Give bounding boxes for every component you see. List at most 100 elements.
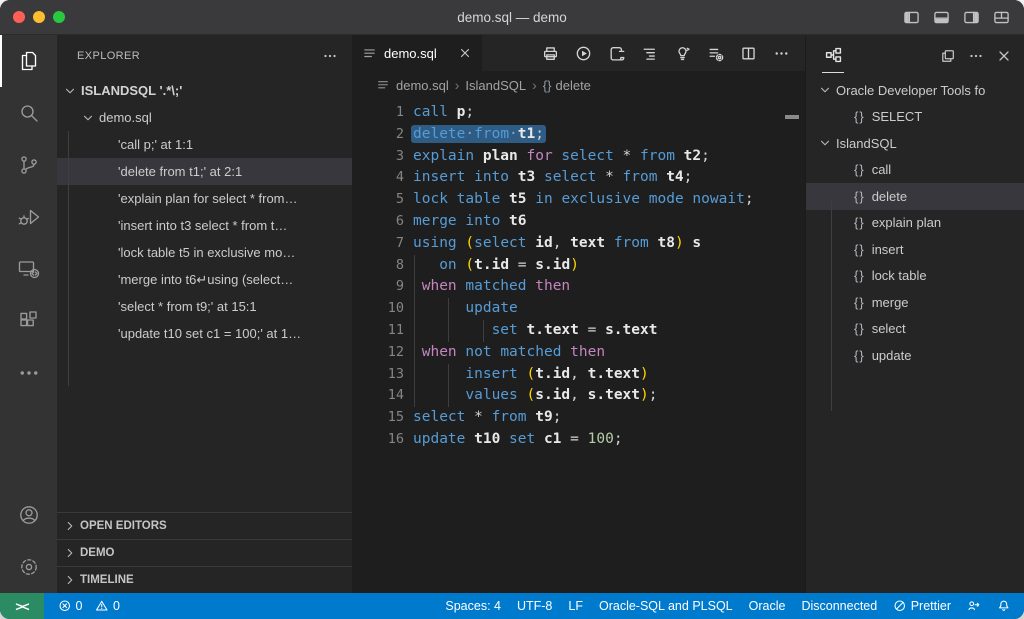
code-line[interactable]: 9 when matched then bbox=[352, 276, 805, 298]
more-button[interactable] bbox=[769, 41, 793, 65]
print-button[interactable] bbox=[538, 41, 562, 65]
outline-item[interactable]: Oracle Developer Tools fo bbox=[806, 77, 1024, 104]
close-window-button[interactable] bbox=[13, 11, 25, 23]
outline-item[interactable]: {}select bbox=[806, 316, 1024, 343]
tab-close-icon[interactable] bbox=[458, 46, 472, 60]
code-line[interactable]: 4insert into t3 select * from t4; bbox=[352, 167, 805, 189]
explorer-item[interactable]: 'explain plan for select * from… bbox=[57, 185, 352, 212]
code-line[interactable]: 5lock table t5 in exclusive mode nowait; bbox=[352, 189, 805, 211]
toggle-primary-sidebar-icon[interactable] bbox=[903, 9, 920, 26]
outline-item[interactable]: {}SELECT bbox=[806, 104, 1024, 131]
minimize-window-button[interactable] bbox=[33, 11, 45, 23]
explorer-item[interactable]: ISLANDSQL '.*\;' bbox=[57, 77, 352, 104]
outline-item[interactable]: {}lock table bbox=[806, 263, 1024, 290]
account-icon bbox=[17, 503, 41, 527]
oracle-outline-tab-icon[interactable] bbox=[822, 39, 844, 73]
status-connection[interactable]: Disconnected bbox=[793, 593, 885, 619]
explorer-item[interactable]: 'select * from t9;' at 15:1 bbox=[57, 293, 352, 320]
split-editor-button[interactable] bbox=[736, 41, 760, 65]
editor-toolbar bbox=[538, 35, 805, 71]
extensions-icon bbox=[17, 309, 41, 333]
list-settings-button[interactable] bbox=[703, 41, 727, 65]
activitybar-run-debug[interactable] bbox=[0, 191, 57, 243]
explorer-sections: OPEN EDITORS DEMO TIMELINE bbox=[57, 512, 352, 593]
status-feedback[interactable] bbox=[959, 593, 989, 619]
code-line[interactable]: 1call p; bbox=[352, 102, 805, 124]
explorer-item[interactable]: 'update t10 set c1 = 100;' at 1… bbox=[57, 320, 352, 347]
breadcrumb-item[interactable]: IslandSQL bbox=[465, 78, 526, 93]
explorer-item-label: 'update t10 set c1 = 100;' at 1… bbox=[118, 326, 301, 341]
section-demo[interactable]: DEMO bbox=[57, 539, 352, 566]
activitybar-extensions[interactable] bbox=[0, 295, 57, 347]
code-line[interactable]: 12 when not matched then bbox=[352, 342, 805, 364]
activitybar-settings[interactable] bbox=[0, 541, 57, 593]
toggle-secondary-sidebar-icon[interactable] bbox=[963, 9, 980, 26]
code-editor[interactable]: 1call p;2delete·from·t1;3explain plan fo… bbox=[352, 99, 805, 593]
code-line[interactable]: 11 set t.text = s.text bbox=[352, 320, 805, 342]
code-line[interactable]: 7using (select id, text from t8) s bbox=[352, 233, 805, 255]
activitybar-explorer[interactable] bbox=[0, 35, 57, 87]
tab-demo-sql[interactable]: demo.sql bbox=[352, 35, 482, 71]
status-oracle[interactable]: Oracle bbox=[741, 593, 794, 619]
files-icon bbox=[17, 49, 41, 73]
activitybar-more-views[interactable] bbox=[0, 347, 57, 399]
outline-list-button[interactable] bbox=[637, 41, 661, 65]
code-line[interactable]: 13 insert (t.id, t.text) bbox=[352, 364, 805, 386]
customize-layout-icon[interactable] bbox=[993, 9, 1010, 26]
code-line[interactable]: 3explain plan for select * from t2; bbox=[352, 146, 805, 168]
explorer-item[interactable]: 'call p;' at 1:1 bbox=[57, 131, 352, 158]
code-line[interactable]: 6merge into t6 bbox=[352, 211, 805, 233]
panel-close-icon[interactable] bbox=[996, 48, 1012, 64]
explorer-item[interactable]: 'lock table t5 in exclusive mo… bbox=[57, 239, 352, 266]
explorer-item[interactable]: 'delete from t1;' at 2:1 bbox=[57, 158, 352, 185]
activitybar-accounts[interactable] bbox=[0, 489, 57, 541]
outline-item[interactable]: {}call bbox=[806, 157, 1024, 184]
activitybar-source-control[interactable] bbox=[0, 139, 57, 191]
breadcrumb: demo.sql›IslandSQL›{}delete bbox=[352, 71, 805, 99]
code-line[interactable]: 10 update bbox=[352, 298, 805, 320]
chevron-down-icon bbox=[81, 111, 99, 125]
chevron-right-icon bbox=[63, 573, 80, 587]
outline-item[interactable]: {}merge bbox=[806, 289, 1024, 316]
zoom-window-button[interactable] bbox=[53, 11, 65, 23]
panel-more-actions-icon[interactable] bbox=[968, 48, 984, 64]
status-language[interactable]: Oracle-SQL and PLSQL bbox=[591, 593, 741, 619]
lightbulb-button[interactable] bbox=[670, 41, 694, 65]
explorer-item-label: demo.sql bbox=[99, 110, 152, 125]
activitybar-remote-explorer[interactable] bbox=[0, 243, 57, 295]
code-line[interactable]: 16update t10 set c1 = 100; bbox=[352, 429, 805, 451]
traffic-lights bbox=[0, 11, 65, 23]
status-encoding[interactable]: UTF-8 bbox=[509, 593, 560, 619]
script-button[interactable] bbox=[604, 41, 628, 65]
outline-item[interactable]: IslandSQL bbox=[806, 130, 1024, 157]
code-line[interactable]: 2delete·from·t1; bbox=[352, 124, 805, 146]
status-notifications[interactable] bbox=[989, 593, 1019, 619]
status-indentation[interactable]: Spaces: 4 bbox=[437, 593, 509, 619]
status-prettier[interactable]: Prettier bbox=[885, 593, 959, 619]
breadcrumb-item[interactable]: {}delete bbox=[543, 78, 591, 93]
run-button[interactable] bbox=[571, 41, 595, 65]
outline-item[interactable]: {}insert bbox=[806, 236, 1024, 263]
code-line[interactable]: 15select * from t9; bbox=[352, 407, 805, 429]
code-line[interactable]: 8 on (t.id = s.id) bbox=[352, 255, 805, 277]
explorer-more-actions-icon[interactable] bbox=[322, 48, 338, 64]
outline-item[interactable]: {}delete bbox=[806, 183, 1024, 210]
remote-indicator[interactable]: >< bbox=[0, 593, 44, 619]
code-line[interactable]: 14 values (s.id, s.text); bbox=[352, 385, 805, 407]
duplicate-panel-icon[interactable] bbox=[940, 48, 956, 64]
status-eol[interactable]: LF bbox=[560, 593, 591, 619]
outline-item-label: delete bbox=[872, 189, 907, 204]
problems-status[interactable]: 00 bbox=[50, 593, 128, 619]
toggle-panel-icon[interactable] bbox=[933, 9, 950, 26]
explorer-item[interactable]: 'insert into t3 select * from t… bbox=[57, 212, 352, 239]
activitybar-search[interactable] bbox=[0, 87, 57, 139]
section-open-editors[interactable]: OPEN EDITORS bbox=[57, 512, 352, 539]
explorer-item[interactable]: demo.sql bbox=[57, 104, 352, 131]
line-number: 3 bbox=[352, 146, 404, 168]
outline-item[interactable]: {}update bbox=[806, 342, 1024, 369]
outline-item[interactable]: {}explain plan bbox=[806, 210, 1024, 237]
section-timeline[interactable]: TIMELINE bbox=[57, 566, 352, 593]
explorer-item[interactable]: 'merge into t6↵using (select… bbox=[57, 266, 352, 293]
section-label: DEMO bbox=[80, 547, 115, 559]
breadcrumb-item[interactable]: demo.sql bbox=[396, 78, 449, 93]
